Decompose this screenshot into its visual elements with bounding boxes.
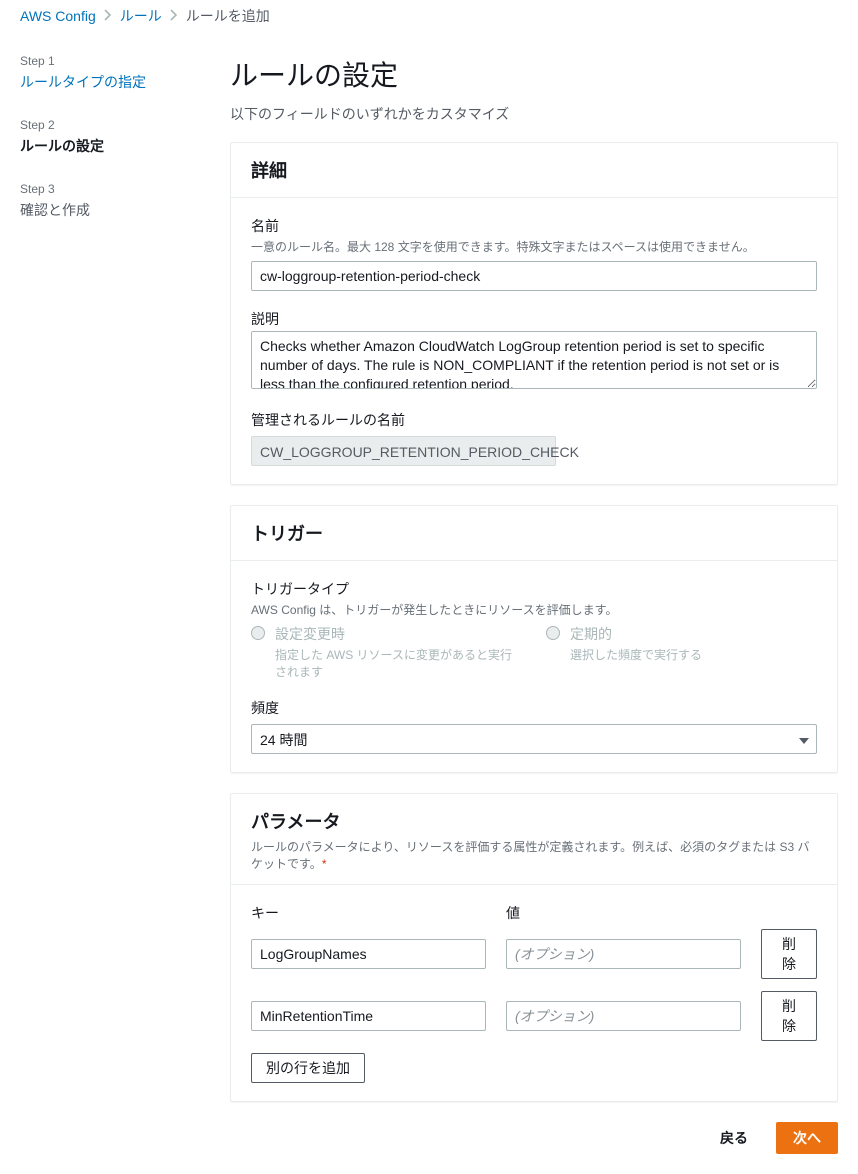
- next-button[interactable]: 次へ: [776, 1122, 838, 1154]
- details-panel: 詳細 名前 一意のルール名。最大 128 文字を使用できます。特殊文字またはスペ…: [230, 142, 838, 485]
- step-title: ルールタイプの指定: [20, 72, 190, 92]
- breadcrumb-current: ルールを追加: [186, 6, 270, 26]
- breadcrumb: AWS Config ルール ルールを追加: [20, 6, 838, 26]
- step-title: ルールの設定: [20, 136, 190, 156]
- trigger-type-help: AWS Config は、トリガーが発生したときにリソースを評価します。: [251, 601, 817, 618]
- param-value-input[interactable]: [506, 939, 741, 969]
- page-subtitle: 以下のフィールドのいずれかをカスタマイズ: [230, 104, 838, 124]
- frequency-select[interactable]: 24 時間: [251, 724, 817, 754]
- trigger-type-label: トリガータイプ: [251, 579, 817, 599]
- trigger-header: トリガー: [231, 506, 837, 561]
- wizard-footer: 戻る 次へ: [230, 1122, 838, 1154]
- chevron-right-icon: [170, 8, 178, 24]
- name-input[interactable]: [251, 261, 817, 291]
- param-value-header: 値: [506, 903, 741, 923]
- parameters-header: パラメータ ルールのパラメータにより、リソースを評価する属性が定義されます。例え…: [231, 794, 837, 885]
- param-key-input[interactable]: [251, 939, 486, 969]
- trigger-opt-title: 定期的: [570, 624, 702, 644]
- radio-icon: [546, 626, 560, 640]
- step-title: 確認と作成: [20, 200, 190, 220]
- step-label: Step 2: [20, 118, 190, 132]
- wizard-sidebar: Step 1 ルールタイプの指定 Step 2 ルールの設定 Step 3 確認…: [20, 54, 190, 1154]
- frequency-label: 頻度: [251, 698, 817, 718]
- step-label: Step 3: [20, 182, 190, 196]
- trigger-option-config-change[interactable]: 設定変更時 指定した AWS リソースに変更があると実行されます: [251, 624, 522, 680]
- breadcrumb-rules[interactable]: ルール: [120, 6, 162, 26]
- delete-row-button[interactable]: 削除: [761, 991, 817, 1041]
- radio-icon: [251, 626, 265, 640]
- sidebar-step-1[interactable]: Step 1 ルールタイプの指定: [20, 54, 190, 92]
- sidebar-step-2: Step 2 ルールの設定: [20, 118, 190, 156]
- name-help: 一意のルール名。最大 128 文字を使用できます。特殊文字またはスペースは使用で…: [251, 238, 817, 255]
- name-label: 名前: [251, 216, 817, 236]
- back-button[interactable]: 戻る: [704, 1122, 764, 1154]
- managed-rule-label: 管理されるルールの名前: [251, 410, 817, 430]
- delete-row-button[interactable]: 削除: [761, 929, 817, 979]
- sidebar-step-3: Step 3 確認と作成: [20, 182, 190, 220]
- description-textarea[interactable]: Checks whether Amazon CloudWatch LogGrou…: [251, 331, 817, 389]
- trigger-opt-help: 指定した AWS リソースに変更があると実行されます: [275, 646, 522, 680]
- details-header: 詳細: [231, 143, 837, 198]
- trigger-panel: トリガー トリガータイプ AWS Config は、トリガーが発生したときにリソ…: [230, 505, 838, 773]
- description-label: 説明: [251, 309, 817, 329]
- param-key-input[interactable]: [251, 1001, 486, 1031]
- chevron-right-icon: [104, 8, 112, 24]
- page-title: ルールの設定: [230, 54, 838, 94]
- breadcrumb-root[interactable]: AWS Config: [20, 8, 96, 24]
- step-label: Step 1: [20, 54, 190, 68]
- param-key-header: キー: [251, 903, 486, 923]
- param-value-input[interactable]: [506, 1001, 741, 1031]
- trigger-opt-title: 設定変更時: [275, 624, 522, 644]
- parameters-panel: パラメータ ルールのパラメータにより、リソースを評価する属性が定義されます。例え…: [230, 793, 838, 1102]
- managed-rule-value: CW_LOGGROUP_RETENTION_PERIOD_CHECK: [251, 436, 556, 466]
- trigger-option-periodic[interactable]: 定期的 選択した頻度で実行する: [546, 624, 817, 680]
- parameters-help: ルールのパラメータにより、リソースを評価する属性が定義されます。例えば、必須のタ…: [251, 838, 817, 872]
- trigger-opt-help: 選択した頻度で実行する: [570, 646, 702, 663]
- param-row: 削除: [251, 929, 817, 979]
- add-row-button[interactable]: 別の行を追加: [251, 1053, 365, 1083]
- param-row: 削除: [251, 991, 817, 1041]
